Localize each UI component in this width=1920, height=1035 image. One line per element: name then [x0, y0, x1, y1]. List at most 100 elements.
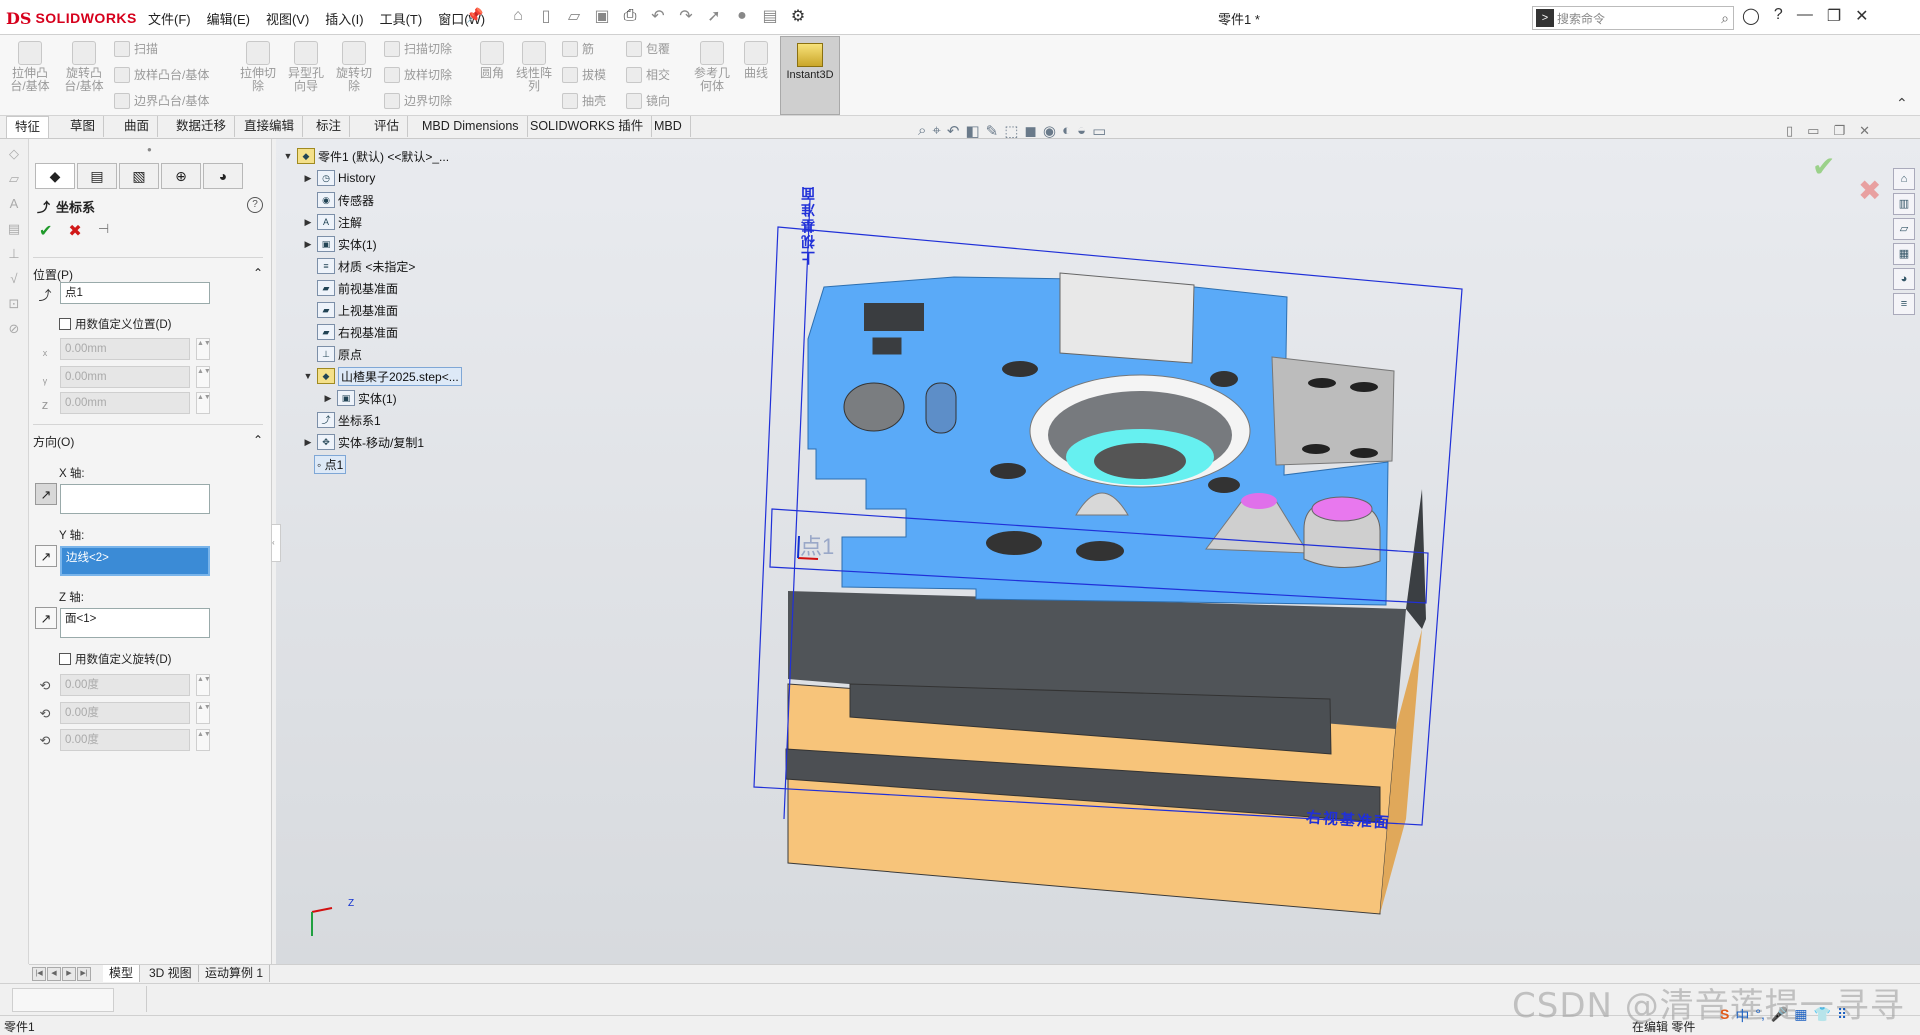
- checkbox-icon[interactable]: [59, 318, 71, 330]
- numeric-rotation-checkbox[interactable]: 用数值定义旋转(D): [59, 651, 171, 667]
- y-axis-field[interactable]: 边线<2>: [60, 546, 210, 576]
- display-manager-tab-icon[interactable]: ◕: [203, 163, 243, 189]
- tree-item-material[interactable]: ≡ 材质 <未指定>: [302, 256, 415, 276]
- y-offset-field[interactable]: 0.00mm: [60, 366, 190, 388]
- ime-voice-icon[interactable]: 🎤: [1771, 1006, 1788, 1026]
- graphics-area[interactable]: 上视基准面 右视基准面 点1 Z: [276, 139, 1920, 964]
- tree-item-imported-step[interactable]: ▼ ◆ 山楂果子2025.step<...: [302, 366, 462, 386]
- tab-mbd-dimensions[interactable]: MBD Dimensions: [414, 116, 528, 137]
- point-label[interactable]: 点1: [800, 529, 834, 561]
- tab-features[interactable]: 特征: [6, 116, 50, 138]
- section-view-icon[interactable]: ◧: [965, 122, 979, 140]
- next-tab-icon[interactable]: ▶: [62, 967, 76, 981]
- first-tab-icon[interactable]: |◀: [32, 967, 46, 981]
- dynamic-annotation-icon[interactable]: ✎: [986, 122, 999, 140]
- user-account-icon[interactable]: ◯: [1742, 6, 1760, 26]
- ime-menu-icon[interactable]: ⠿: [1837, 1006, 1847, 1026]
- property-manager-tab-icon[interactable]: ▤: [77, 163, 117, 189]
- custom-properties-icon[interactable]: ≡: [1893, 293, 1915, 315]
- x-offset-spinner[interactable]: ▲▼: [196, 338, 211, 360]
- previous-view-icon[interactable]: ↶: [947, 122, 960, 140]
- file-properties-icon[interactable]: ▤: [760, 6, 780, 26]
- rotate-x-spinner[interactable]: ▲▼: [196, 674, 211, 696]
- options-gear-icon[interactable]: ⚙: [788, 6, 808, 26]
- tree-item-sensors[interactable]: ◉ 传感器: [302, 190, 374, 210]
- z-offset-field[interactable]: 0.00mm: [60, 392, 190, 414]
- boundary-cut-button[interactable]: 边界切除: [384, 92, 452, 109]
- edit-appearance-icon[interactable]: ◐: [1062, 122, 1071, 140]
- tab-direct-editing[interactable]: 直接编辑: [236, 116, 304, 137]
- help-icon[interactable]: ?: [1774, 6, 1783, 26]
- pushpin-icon[interactable]: ⊣: [98, 221, 109, 241]
- numeric-position-checkbox[interactable]: 用数值定义位置(D): [59, 316, 171, 332]
- fillet-button[interactable]: 圆角: [470, 41, 514, 80]
- view-palette-icon[interactable]: ▦: [1893, 243, 1915, 265]
- undo-icon[interactable]: ↶: [648, 6, 668, 26]
- restore-view-icon[interactable]: ❐: [1833, 123, 1845, 139]
- zoom-to-fit-icon[interactable]: ⌕: [918, 122, 926, 140]
- new-document-icon[interactable]: ▯: [536, 6, 556, 26]
- tree-item-body-move-copy[interactable]: ▶ ✥ 实体-移动/复制1: [302, 432, 424, 452]
- tab-mbd[interactable]: MBD: [646, 116, 691, 137]
- help-icon[interactable]: ?: [247, 197, 263, 213]
- extrude-boss-button[interactable]: 拉伸凸 台/基体: [8, 41, 52, 93]
- sketch-icon[interactable]: ▱: [5, 171, 23, 189]
- menu-edit[interactable]: 编辑(E): [199, 9, 258, 28]
- loft-button[interactable]: 放样凸台/基体: [114, 66, 209, 83]
- rotate-z-field[interactable]: 0.00度: [60, 729, 190, 751]
- collapse-up-icon[interactable]: ⌃: [253, 266, 263, 283]
- tree-item-history[interactable]: ▶ ◷ History: [302, 168, 375, 188]
- appearances-icon[interactable]: ◕: [1893, 268, 1915, 290]
- expand-right-icon[interactable]: ▶: [302, 217, 314, 228]
- shell-button[interactable]: 抽壳: [562, 92, 606, 109]
- minimize-icon[interactable]: —: [1797, 6, 1813, 26]
- annotation-icon[interactable]: A: [5, 196, 23, 214]
- surface-finish-icon[interactable]: √: [5, 271, 23, 289]
- menu-file[interactable]: 文件(F): [140, 9, 199, 28]
- revolve-cut-button[interactable]: 旋转切 除: [332, 41, 376, 93]
- extrude-cut-button[interactable]: 拉伸切 除: [236, 41, 280, 93]
- view-orientation-icon[interactable]: ⬚: [1004, 122, 1018, 140]
- prev-tab-icon[interactable]: ◀: [47, 967, 61, 981]
- tree-item-coordinate-system[interactable]: ⤴ 坐标系1: [302, 410, 381, 430]
- display-style-icon[interactable]: ◼: [1024, 122, 1036, 140]
- menu-tools[interactable]: 工具(T): [372, 9, 431, 28]
- tab-sketch[interactable]: 草图: [62, 116, 105, 137]
- tree-root[interactable]: ▼ ◆ 零件1 (默认) <<默认>_...: [282, 146, 449, 166]
- note-icon[interactable]: ▤: [5, 221, 23, 239]
- instant3d-button[interactable]: Instant3D: [780, 36, 840, 115]
- y-axis-direction-icon[interactable]: ↗: [35, 545, 57, 567]
- x-offset-field[interactable]: 0.00mm: [60, 338, 190, 360]
- tree-item-point[interactable]: ◦ 点1: [302, 454, 347, 474]
- collapse-ribbon-icon[interactable]: ⌃: [1896, 95, 1908, 112]
- tab-evaluate[interactable]: 评估: [366, 116, 409, 137]
- redo-icon[interactable]: ↷: [676, 6, 696, 26]
- close-view-icon[interactable]: ✕: [1859, 123, 1870, 139]
- confirm-cancel-icon[interactable]: ✖: [1858, 174, 1881, 207]
- z-axis-direction-icon[interactable]: ↗: [35, 607, 57, 629]
- search-icon[interactable]: ⌕: [1721, 10, 1729, 27]
- view-settings-icon[interactable]: ▭: [1092, 122, 1106, 140]
- solidworks-resources-icon[interactable]: ⌂: [1893, 168, 1915, 190]
- checkbox-icon[interactable]: [59, 653, 71, 665]
- home-icon[interactable]: ⌂: [508, 7, 528, 25]
- maximize-view-icon[interactable]: ▭: [1807, 123, 1819, 139]
- intersect-button[interactable]: 相交: [626, 66, 670, 83]
- sweep-cut-button[interactable]: 扫描切除: [384, 40, 452, 57]
- x-axis-direction-icon[interactable]: ↗: [35, 483, 57, 505]
- tab-surfaces[interactable]: 曲面: [116, 116, 159, 137]
- last-tab-icon[interactable]: ▶|: [77, 967, 91, 981]
- tree-item-annotations[interactable]: ▶ A 注解: [302, 212, 362, 232]
- expand-right-icon[interactable]: ▶: [302, 437, 314, 448]
- tab-data-migration[interactable]: 数据迁移: [168, 116, 236, 137]
- top-plane-label[interactable]: 上视基准面: [798, 185, 818, 265]
- draft-button[interactable]: 拔模: [562, 66, 606, 83]
- ime-keyboard-icon[interactable]: ▦: [1794, 1006, 1807, 1026]
- wrap-button[interactable]: 包覆: [626, 40, 670, 57]
- z-axis-field[interactable]: 面<1>: [60, 608, 210, 638]
- collapse-up-icon[interactable]: ⌃: [253, 433, 263, 450]
- expand-down-icon[interactable]: ▼: [302, 371, 314, 381]
- hide-show-icon[interactable]: ◉: [1043, 122, 1056, 140]
- sogou-ime-icon[interactable]: S: [1720, 1006, 1729, 1026]
- tree-item-top-plane[interactable]: ▰ 上视基准面: [302, 300, 398, 320]
